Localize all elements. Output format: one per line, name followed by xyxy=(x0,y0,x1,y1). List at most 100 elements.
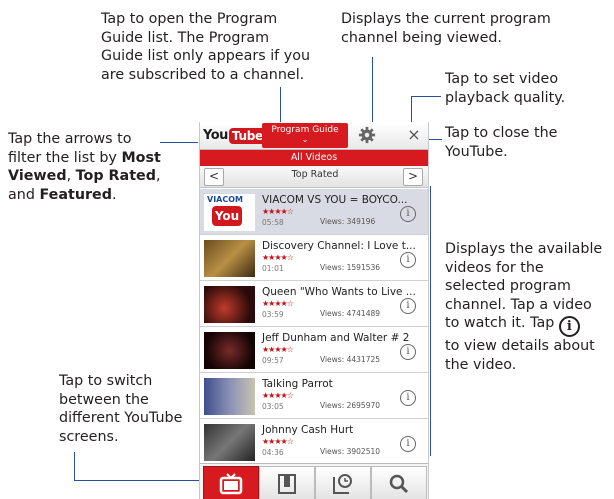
video-duration: 03:05 xyxy=(262,402,284,411)
video-title: Talking Parrot xyxy=(262,378,333,390)
callout-tabs: Tap to switch between the different YouT… xyxy=(59,372,182,446)
logo-tube: Tube xyxy=(228,127,266,144)
tab-bar xyxy=(200,463,428,499)
video-title: Jeff Dunham and Walter # 2 xyxy=(262,332,410,344)
history-icon xyxy=(333,474,352,494)
callout-current-channel: Displays the current program channel bei… xyxy=(341,10,551,47)
video-thumbnail[interactable] xyxy=(204,332,255,369)
leader-line xyxy=(411,96,412,122)
close-button[interactable]: × xyxy=(406,125,422,145)
video-duration: 04:36 xyxy=(262,448,284,457)
callout-text: screens. xyxy=(59,428,119,445)
chevron-down-icon: ⌄ xyxy=(301,135,309,144)
leader-line xyxy=(74,452,75,480)
callout-videos: Displays the available videos for the se… xyxy=(445,240,602,374)
video-thumbnail[interactable] xyxy=(204,286,255,323)
callout-text: Tap to switch xyxy=(59,373,153,389)
video-title: Queen "Who Wants to Live ... xyxy=(262,286,416,298)
filter-bar: < Top Rated > xyxy=(200,166,428,188)
video-views: Views: 4431725 xyxy=(320,355,381,364)
filter-next-button[interactable]: > xyxy=(403,168,423,186)
video-list-item[interactable]: Johnny Cash Hurt ★★★★☆ 04:36 Views: 3902510… xyxy=(200,419,428,465)
callout-bold: Viewed xyxy=(8,168,67,184)
tab-videos[interactable] xyxy=(203,466,259,499)
video-rating: ★★★★☆ xyxy=(262,207,294,216)
leader-line xyxy=(428,139,442,140)
callout-quality: Tap to set video playback quality. xyxy=(445,70,565,107)
program-guide-button[interactable]: Program Guide ⌄ xyxy=(262,123,348,148)
callout-bold: Most xyxy=(121,149,161,166)
callout-text: the video. xyxy=(445,356,517,373)
video-list-item[interactable]: VIACOM You VIACOM VS YOU = BOYCO... ★★★★☆ 05… xyxy=(200,189,428,235)
video-views: Views: 3902510 xyxy=(320,447,381,456)
leader-line xyxy=(280,87,281,124)
filter-label: Top Rated xyxy=(291,169,339,180)
video-rating: ★★★★☆ xyxy=(262,299,294,308)
filter-prev-button[interactable]: < xyxy=(204,168,224,186)
callout-text: Tap to set video xyxy=(445,71,559,87)
callout-text: channel being viewed. xyxy=(341,29,502,46)
youtube-app-screen: You Tube Program Guide ⌄ × All Videos < T… xyxy=(199,122,429,499)
callout-text-part: and xyxy=(8,186,40,203)
youtube-logo: You Tube xyxy=(203,127,266,144)
video-duration: 01:01 xyxy=(262,264,284,273)
video-rating: ★★★★☆ xyxy=(262,253,294,262)
current-channel-label: All Videos xyxy=(200,150,428,166)
video-rating: ★★★★☆ xyxy=(262,345,294,354)
info-icon[interactable]: i xyxy=(400,390,416,406)
info-icon[interactable]: i xyxy=(400,298,416,314)
video-thumbnail[interactable]: VIACOM You xyxy=(204,194,255,231)
callout-program-guide: Tap to open the Program Guide list. The … xyxy=(101,10,310,84)
search-icon xyxy=(389,474,409,494)
callout-text: Guide list. The Program xyxy=(101,29,270,46)
callout-text: and Featured. xyxy=(8,186,161,205)
bookmark-icon xyxy=(278,474,296,494)
video-thumbnail[interactable] xyxy=(204,378,255,415)
video-title: VIACOM VS YOU = BOYCO... xyxy=(262,194,408,206)
video-list-item[interactable]: Jeff Dunham and Walter # 2 ★★★★☆ 09:57 View… xyxy=(200,327,428,373)
logo-you: You xyxy=(203,128,228,143)
info-icon[interactable]: i xyxy=(400,252,416,268)
video-duration: 05:58 xyxy=(262,218,284,227)
video-views: Views: 1591536 xyxy=(320,263,381,272)
info-icon[interactable]: i xyxy=(400,206,416,222)
tab-history[interactable] xyxy=(315,466,371,499)
info-icon[interactable]: i xyxy=(400,436,416,452)
video-list-item[interactable]: Talking Parrot ★★★★☆ 03:05 Views: 2695970 i xyxy=(200,373,428,419)
video-thumbnail[interactable] xyxy=(204,424,255,461)
callout-arrows: Tap the arrows to filter the list by Mos… xyxy=(8,130,161,204)
callout-close: Tap to close the YouTube. xyxy=(445,124,557,161)
video-list-item[interactable]: Discovery Channel: I Love t... ★★★★☆ 01:01… xyxy=(200,235,428,281)
video-views: Views: 4741489 xyxy=(320,309,381,318)
video-list-item[interactable]: Queen "Who Wants to Live ... ★★★★☆ 03:59 Vi… xyxy=(200,281,428,327)
tab-search[interactable] xyxy=(371,466,427,499)
leader-line xyxy=(74,480,200,481)
video-duration: 09:57 xyxy=(262,356,284,365)
callout-text: YouTube. xyxy=(445,143,508,160)
info-icon: i xyxy=(558,316,580,337)
callout-bold: Featured xyxy=(39,186,112,203)
gear-icon[interactable] xyxy=(358,126,376,144)
video-views: Views: 349196 xyxy=(320,217,376,226)
callout-text: to view details about xyxy=(445,338,595,354)
video-title: Discovery Channel: I Love t... xyxy=(262,240,416,252)
callout-text-part: . xyxy=(111,186,117,203)
video-views: Views: 2695970 xyxy=(320,401,381,410)
callout-text: selected program xyxy=(445,278,571,294)
video-title: Johnny Cash Hurt xyxy=(262,424,354,436)
callout-text-part: filter the list by xyxy=(8,149,122,166)
callout-text: playback quality. xyxy=(445,89,566,106)
callout-text-part: to watch it. Tap xyxy=(445,315,555,331)
callout-text-part: , xyxy=(66,168,76,184)
tab-favorites[interactable] xyxy=(259,466,315,499)
video-rating: ★★★★☆ xyxy=(262,391,294,400)
info-icon[interactable]: i xyxy=(400,344,416,360)
callout-text: Viewed, Top Rated, xyxy=(8,167,161,186)
leader-line xyxy=(372,57,373,127)
callout-text: filter the list by Most xyxy=(8,149,161,168)
callout-text: Displays the current program xyxy=(341,11,551,27)
video-thumbnail[interactable] xyxy=(204,240,255,277)
video-rating: ★★★★☆ xyxy=(262,437,294,446)
callout-text: Tap to close the xyxy=(445,125,558,141)
callout-text: Tap to open the Program xyxy=(101,11,278,27)
